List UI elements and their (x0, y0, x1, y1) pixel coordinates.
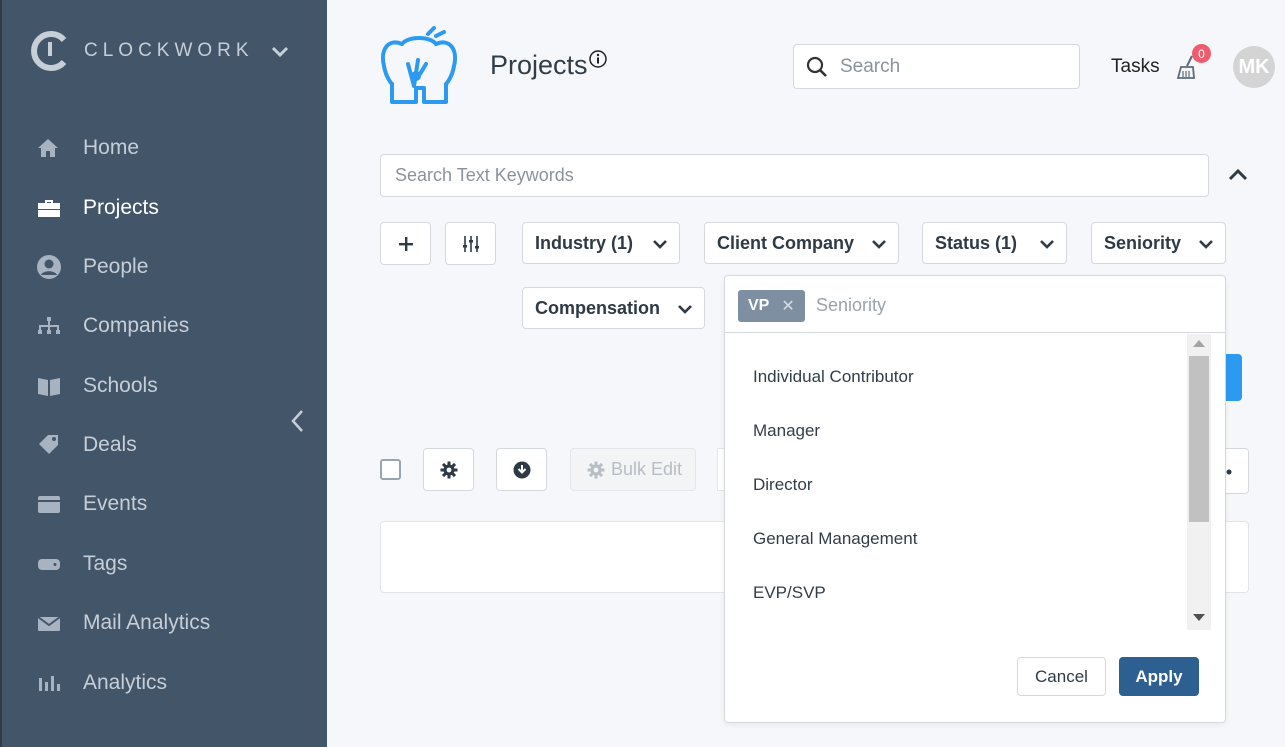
clockwork-logo-icon (31, 31, 67, 71)
filter-label: Client Company (717, 232, 855, 253)
sidebar-item-projects[interactable]: Projects (36, 188, 159, 228)
filter-label: Status (1) (935, 232, 1018, 253)
brand[interactable]: CLOCKWORK (30, 30, 254, 72)
bulk-edit-label: Bulk Edit (611, 459, 683, 479)
add-filter-button[interactable] (380, 222, 431, 265)
brand-name: CLOCKWORK (84, 40, 254, 61)
sidebar-item-people[interactable]: People (36, 247, 148, 287)
home-icon (36, 136, 68, 160)
chevron-down-icon[interactable] (270, 42, 290, 62)
compensation-filter[interactable]: Compensation (522, 287, 705, 329)
seniority-filter[interactable]: Seniority (1091, 222, 1226, 264)
industry-filter[interactable]: Industry (1) (522, 222, 680, 264)
plus-icon (398, 236, 413, 251)
filter-settings-button[interactable] (445, 222, 496, 265)
calendar-icon (36, 492, 68, 516)
option-individual-contributor[interactable]: Individual Contributor (753, 367, 914, 387)
filter-label: Industry (1) (535, 232, 634, 253)
avatar[interactable]: MK (1233, 46, 1275, 88)
sidebar-item-label: Tags (83, 552, 128, 575)
sidebar-item-label: People (83, 255, 149, 278)
scrollbar[interactable] (1187, 334, 1211, 630)
briefcase-icon (36, 196, 68, 220)
selected-chip-vp: VP ✕ (738, 290, 805, 322)
sidebar: CLOCKWORK Home Projects People Companies… (0, 0, 327, 747)
sidebar-item-label: Analytics (83, 671, 168, 694)
more-options-button[interactable] (1222, 448, 1249, 494)
option-director[interactable]: Director (753, 475, 813, 495)
scroll-thumb[interactable] (1189, 356, 1209, 522)
info-icon[interactable] (589, 50, 607, 68)
client-company-filter[interactable]: Client Company (704, 222, 899, 264)
sidebar-item-label: Companies (83, 314, 190, 337)
tags-icon (36, 433, 68, 457)
seniority-placeholder: Seniority (816, 295, 887, 315)
sidebar-item-home[interactable]: Home (36, 128, 139, 168)
org-chart-icon (36, 314, 68, 338)
seniority-search-field[interactable]: VP ✕ Seniority (725, 276, 1225, 333)
sidebar-item-tags[interactable]: Tags (36, 544, 127, 584)
sidebar-item-mail-analytics[interactable]: Mail Analytics (36, 603, 210, 643)
book-icon (36, 374, 68, 398)
chevron-down-icon (1199, 240, 1213, 249)
chevron-left-icon[interactable] (286, 408, 310, 434)
gear-icon (587, 461, 605, 478)
keyword-search-input[interactable] (395, 165, 1175, 186)
tag-icon (36, 552, 68, 576)
chevron-down-icon (653, 240, 667, 249)
sliders-icon (462, 235, 479, 252)
chevron-down-icon (1040, 240, 1054, 249)
status-filter[interactable]: Status (1) (922, 222, 1067, 264)
sidebar-item-events[interactable]: Events (36, 484, 147, 524)
seniority-dropdown: VP ✕ Seniority Individual Contributor Ma… (724, 275, 1226, 723)
close-icon[interactable]: ✕ (781, 296, 794, 316)
settings-button[interactable] (423, 448, 474, 491)
download-icon (513, 461, 530, 478)
page-title: Projects (490, 50, 588, 80)
chip-label: VP (748, 297, 770, 314)
bulk-edit-button[interactable]: Bulk Edit (570, 448, 696, 491)
sidebar-item-label: Events (83, 492, 148, 515)
option-evp-svp[interactable]: EVP/SVP (753, 583, 826, 603)
sidebar-item-label: Mail Analytics (83, 611, 211, 634)
person-icon (36, 255, 68, 279)
sidebar-item-label: Projects (83, 196, 159, 219)
option-general-management[interactable]: General Management (753, 529, 917, 549)
cancel-button[interactable]: Cancel (1017, 657, 1106, 696)
dot-icon (1226, 469, 1232, 475)
sidebar-item-analytics[interactable]: Analytics (36, 663, 167, 703)
sidebar-item-label: Schools (83, 374, 158, 397)
sidebar-item-schools[interactable]: Schools (36, 366, 158, 406)
download-button[interactable] (496, 448, 547, 491)
tasks-link[interactable]: Tasks (1111, 56, 1160, 78)
bar-chart-icon (36, 671, 68, 695)
sidebar-item-label: Home (83, 136, 140, 159)
select-all-checkbox[interactable] (380, 459, 401, 480)
chevron-up-icon[interactable] (1226, 164, 1250, 186)
filter-label: Compensation (535, 297, 661, 318)
sidebar-item-label: Deals (83, 433, 137, 456)
envelope-icon (36, 611, 68, 635)
gear-icon (440, 461, 457, 478)
sidebar-item-companies[interactable]: Companies (36, 306, 189, 346)
keyword-search[interactable] (380, 154, 1209, 197)
global-search[interactable] (793, 44, 1080, 89)
elephant-clock-logo-icon (381, 26, 457, 104)
search-icon (806, 56, 827, 77)
chevron-down-icon (678, 305, 692, 314)
scroll-up-arrow-icon[interactable] (1193, 340, 1205, 347)
sidebar-item-deals[interactable]: Deals (36, 425, 137, 465)
scroll-down-arrow-icon[interactable] (1193, 614, 1205, 621)
apply-button[interactable]: Apply (1119, 657, 1199, 696)
search-input[interactable] (840, 55, 1060, 78)
chevron-down-icon (872, 240, 886, 249)
filter-label: Seniority (1104, 232, 1182, 253)
option-manager[interactable]: Manager (753, 421, 820, 441)
tasks-count-badge: 0 (1192, 44, 1211, 63)
